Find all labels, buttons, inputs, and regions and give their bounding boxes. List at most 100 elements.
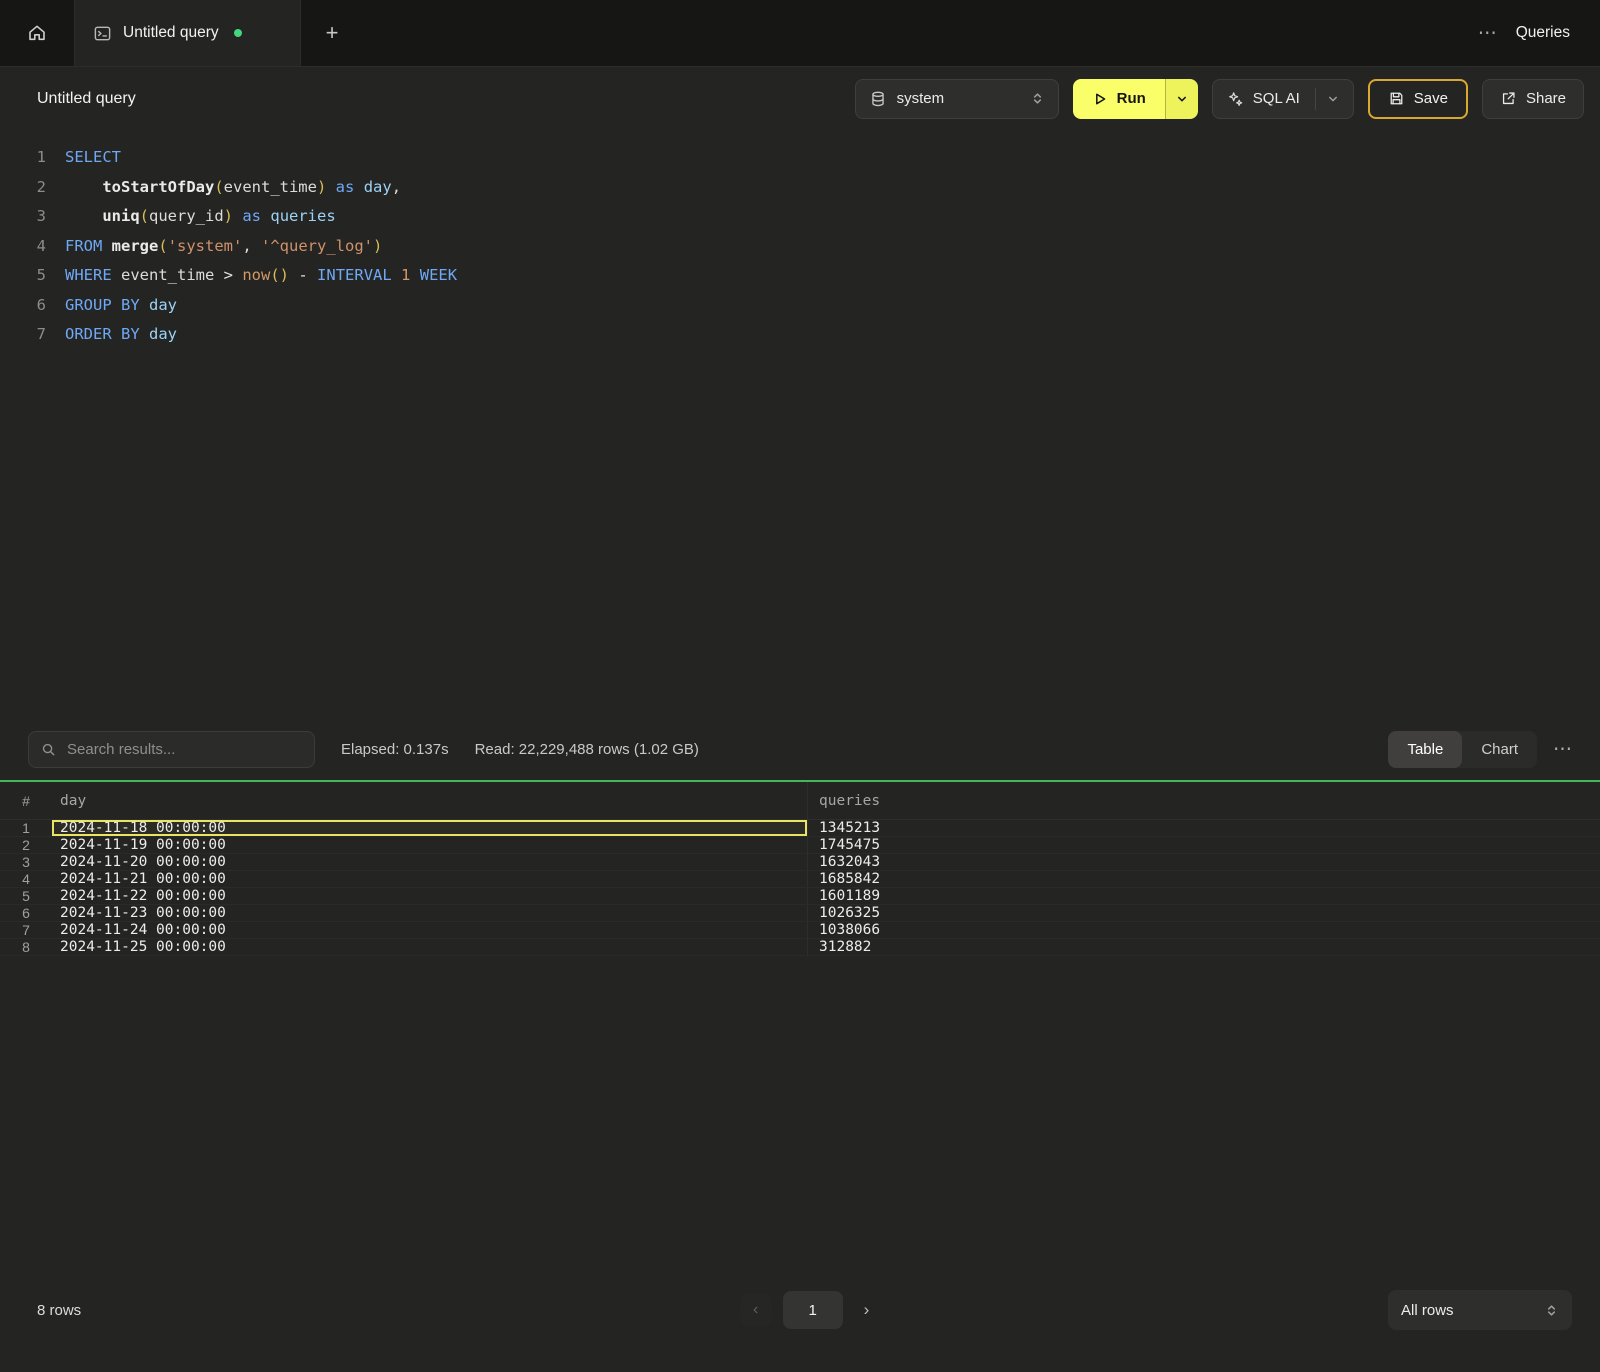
row-number: 8 — [0, 939, 52, 955]
current-page-button[interactable]: 1 — [783, 1291, 843, 1329]
console-icon — [93, 24, 112, 43]
home-tab[interactable] — [0, 0, 75, 66]
code-text: FROM merge('system', '^query_log') — [46, 232, 382, 262]
database-select-value: system — [897, 90, 945, 107]
table-row[interactable]: 82024-11-25 00:00:00312882 — [0, 939, 1600, 956]
table-header: # day queries — [0, 782, 1600, 820]
row-number: 7 — [0, 922, 52, 938]
code-line[interactable]: 2 toStartOfDay(event_time) as day, — [0, 173, 1600, 203]
line-number: 6 — [0, 291, 46, 321]
cell-day[interactable]: 2024-11-19 00:00:00 — [52, 837, 807, 853]
save-button[interactable]: Save — [1368, 79, 1468, 119]
sql-ai-label: SQL AI — [1253, 90, 1300, 107]
column-header-queries[interactable]: queries — [807, 782, 1600, 819]
view-table-tab[interactable]: Table — [1388, 731, 1462, 768]
sql-ai-button[interactable]: SQL AI — [1212, 79, 1354, 119]
search-results-box[interactable] — [28, 731, 315, 768]
home-icon — [27, 23, 47, 43]
line-number: 1 — [0, 143, 46, 173]
column-header-index[interactable]: # — [0, 782, 52, 819]
results-footer: 8 rows ‹ 1 › All rows — [0, 1275, 1600, 1345]
table-row[interactable]: 12024-11-18 00:00:001345213 — [0, 820, 1600, 837]
row-number: 2 — [0, 837, 52, 853]
table-row[interactable]: 42024-11-21 00:00:001685842 — [0, 871, 1600, 888]
code-text: SELECT — [46, 143, 121, 173]
external-link-icon — [1500, 90, 1517, 107]
database-select[interactable]: system — [855, 79, 1059, 119]
table-body: 12024-11-18 00:00:00134521322024-11-19 0… — [0, 820, 1600, 956]
code-text: uniq(query_id) as queries — [46, 202, 336, 232]
results-menu-icon[interactable]: ⋯ — [1553, 738, 1572, 761]
code-line[interactable]: 6GROUP BY day — [0, 291, 1600, 321]
chevron-down-icon — [1175, 92, 1189, 106]
results-empty-area — [0, 956, 1600, 1275]
code-text: WHERE event_time > now() - INTERVAL 1 WE… — [46, 261, 457, 291]
cell-queries[interactable]: 1745475 — [807, 837, 1600, 853]
cell-day[interactable]: 2024-11-22 00:00:00 — [52, 888, 807, 904]
run-options-button[interactable] — [1165, 79, 1198, 119]
search-icon — [41, 742, 56, 757]
cell-day[interactable]: 2024-11-25 00:00:00 — [52, 939, 807, 955]
row-number: 6 — [0, 905, 52, 921]
code-line[interactable]: 1SELECT — [0, 143, 1600, 173]
cell-queries[interactable]: 1685842 — [807, 871, 1600, 887]
sql-ai-chevron-icon[interactable] — [1315, 88, 1340, 110]
line-number: 5 — [0, 261, 46, 291]
code-line[interactable]: 7ORDER BY day — [0, 320, 1600, 350]
results-toolbar: Elapsed: 0.137s Read: 22,229,488 rows (1… — [0, 718, 1600, 780]
cell-queries[interactable]: 1632043 — [807, 854, 1600, 870]
sql-editor[interactable]: 1SELECT2 toStartOfDay(event_time) as day… — [0, 130, 1600, 718]
new-tab-button[interactable]: + — [301, 0, 363, 66]
code-line[interactable]: 5WHERE event_time > now() - INTERVAL 1 W… — [0, 261, 1600, 291]
run-button[interactable]: Run — [1073, 79, 1165, 119]
code-line[interactable]: 4FROM merge('system', '^query_log') — [0, 232, 1600, 262]
code-line[interactable]: 3 uniq(query_id) as queries — [0, 202, 1600, 232]
search-results-input[interactable] — [65, 740, 302, 759]
share-label: Share — [1526, 90, 1566, 107]
next-page-button[interactable]: › — [854, 1300, 870, 1320]
row-number: 4 — [0, 871, 52, 887]
table-row[interactable]: 72024-11-24 00:00:001038066 — [0, 922, 1600, 939]
cell-queries[interactable]: 1345213 — [807, 820, 1600, 836]
code-text: toStartOfDay(event_time) as day, — [46, 173, 401, 203]
code-text: ORDER BY day — [46, 320, 177, 350]
share-button[interactable]: Share — [1482, 79, 1584, 119]
cell-queries[interactable]: 1038066 — [807, 922, 1600, 938]
table-row[interactable]: 32024-11-20 00:00:001632043 — [0, 854, 1600, 871]
chevron-updown-icon — [1030, 91, 1045, 106]
save-icon — [1388, 90, 1405, 107]
cell-queries[interactable]: 312882 — [807, 939, 1600, 955]
table-row[interactable]: 62024-11-23 00:00:001026325 — [0, 905, 1600, 922]
view-chart-tab[interactable]: Chart — [1462, 731, 1537, 768]
sparkles-icon — [1226, 90, 1244, 108]
column-header-day[interactable]: day — [52, 782, 807, 819]
elapsed-stat: Elapsed: 0.137s — [341, 741, 449, 758]
table-row[interactable]: 52024-11-22 00:00:001601189 — [0, 888, 1600, 905]
page-title: Untitled query — [37, 90, 136, 108]
line-number: 7 — [0, 320, 46, 350]
tab-untitled-query[interactable]: Untitled query — [75, 0, 301, 66]
cell-day[interactable]: 2024-11-21 00:00:00 — [52, 871, 807, 887]
table-row[interactable]: 22024-11-19 00:00:001745475 — [0, 837, 1600, 854]
cell-day[interactable]: 2024-11-24 00:00:00 — [52, 922, 807, 938]
line-number: 2 — [0, 173, 46, 203]
page-size-select[interactable]: All rows — [1388, 1290, 1572, 1330]
play-icon — [1092, 91, 1108, 107]
pagination: ‹ 1 › — [740, 1291, 870, 1329]
cell-day[interactable]: 2024-11-23 00:00:00 — [52, 905, 807, 921]
cell-day[interactable]: 2024-11-18 00:00:00 — [52, 820, 807, 836]
prev-page-button[interactable]: ‹ — [740, 1294, 772, 1326]
line-number: 4 — [0, 232, 46, 262]
cell-day[interactable]: 2024-11-20 00:00:00 — [52, 854, 807, 870]
unsaved-dot — [234, 29, 242, 37]
queries-menu-icon[interactable]: ⋯ — [1478, 22, 1498, 45]
code-lines: 1SELECT2 toStartOfDay(event_time) as day… — [0, 143, 1600, 350]
cell-queries[interactable]: 1601189 — [807, 888, 1600, 904]
line-number: 3 — [0, 202, 46, 232]
cell-queries[interactable]: 1026325 — [807, 905, 1600, 921]
row-number: 3 — [0, 854, 52, 870]
row-number: 5 — [0, 888, 52, 904]
queries-panel-label[interactable]: Queries — [1516, 24, 1570, 42]
query-header: Untitled query system — [0, 67, 1600, 130]
run-button-group: Run — [1073, 79, 1198, 119]
